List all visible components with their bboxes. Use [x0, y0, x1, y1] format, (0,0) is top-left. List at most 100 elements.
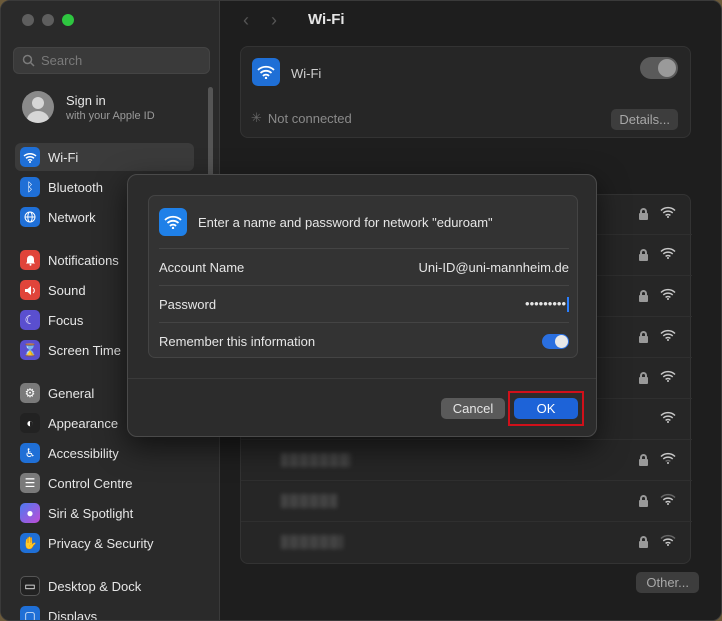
search-icon: [22, 54, 35, 67]
wifi-signal-icon: [660, 247, 676, 259]
search-input[interactable]: [41, 53, 201, 68]
page-title: Wi-Fi: [308, 11, 345, 28]
account-name-field[interactable]: Uni-ID@uni-mannheim.de: [419, 260, 569, 275]
sidebar-item-accessibility[interactable]: ♿ Accessibility: [15, 439, 194, 467]
lock-icon: [639, 454, 648, 466]
list-item[interactable]: [241, 441, 692, 481]
close-window-button[interactable]: [22, 14, 34, 26]
search-field[interactable]: [13, 47, 210, 74]
sidebar-item-label: Appearance: [48, 415, 119, 431]
sidebar-item-label: Notifications: [48, 252, 119, 268]
window-controls: [22, 14, 74, 26]
password-field[interactable]: •••••••••: [525, 295, 569, 313]
settings-window: Sign in with your Apple ID Wi-Fi ᛒ Bluet…: [0, 0, 722, 621]
spinner-icon: ✳: [251, 110, 262, 125]
password-value: •••••••••: [525, 295, 566, 311]
sidebar-item-siri-spotlight[interactable]: ● Siri & Spotlight: [15, 499, 194, 527]
sidebar-item-label: Privacy & Security: [48, 535, 154, 551]
hand-icon: ✋: [20, 533, 40, 553]
wifi-icon: [159, 208, 187, 236]
sidebar-item-wifi[interactable]: Wi-Fi: [15, 143, 194, 171]
accessibility-icon: ♿: [20, 443, 40, 463]
signin-title: Sign in: [66, 92, 106, 108]
cancel-button[interactable]: Cancel: [441, 398, 505, 419]
wifi-signal-icon: [660, 329, 676, 341]
navigation: ‹ ›: [243, 10, 277, 31]
password-row: Password •••••••••: [159, 285, 569, 322]
remember-label: Remember this information: [159, 333, 316, 349]
bell-icon: [20, 250, 40, 270]
sidebar-item-label: Accessibility: [48, 445, 119, 461]
dialog-divider: [128, 378, 596, 379]
bluetooth-icon: ᛒ: [20, 177, 40, 197]
list-item[interactable]: [241, 523, 692, 563]
lock-icon: [639, 290, 648, 302]
sidebar-item-label: Displays: [48, 608, 98, 621]
wifi-signal-icon: [660, 370, 676, 382]
gear-icon: ⚙: [20, 383, 40, 403]
lock-icon: [639, 495, 648, 507]
network-login-dialog: Enter a name and password for network "e…: [127, 174, 597, 437]
network-name-redacted: [281, 535, 343, 549]
account-name-label: Account Name: [159, 259, 245, 275]
sidebar-item-label: Desktop & Dock: [48, 578, 142, 594]
sidebar-item-privacy-security[interactable]: ✋ Privacy & Security: [15, 529, 194, 557]
sidebar-item-label: General: [48, 385, 95, 401]
zoom-window-button[interactable]: [62, 14, 74, 26]
sidebar-item-label: Screen Time: [48, 342, 121, 358]
forward-icon[interactable]: ›: [271, 10, 277, 31]
connection-status-text: Not connected: [267, 110, 352, 126]
control-centre-icon: ☰: [20, 473, 40, 493]
lock-icon: [639, 536, 648, 548]
sidebar-item-label: Sound: [48, 282, 86, 298]
lock-icon: [639, 249, 648, 261]
sidebar-item-label: Focus: [48, 312, 84, 328]
dock-icon: ▭: [20, 576, 40, 596]
lock-icon: [639, 208, 648, 220]
details-button[interactable]: Details...: [611, 109, 678, 130]
minimize-window-button[interactable]: [42, 14, 54, 26]
wifi-card: Wi-Fi ✳ Not connected Details...: [240, 46, 691, 138]
password-label: Password: [159, 296, 217, 312]
lock-icon: [639, 331, 648, 343]
sidebar-item-desktop-dock[interactable]: ▭ Desktop & Dock: [15, 572, 194, 600]
text-caret: [567, 297, 569, 313]
appearance-icon: ◐: [20, 413, 40, 433]
sidebar-scrollbar[interactable]: [208, 87, 213, 177]
sidebar-item-label: Network: [48, 209, 96, 225]
network-name-redacted: [281, 453, 351, 467]
avatar: [22, 91, 54, 123]
dialog-header: Enter a name and password for network "e…: [159, 208, 493, 236]
dialog-title: Enter a name and password for network "e…: [198, 214, 493, 230]
remember-toggle[interactable]: [542, 333, 569, 349]
sidebar-item-control-centre[interactable]: ☰ Control Centre: [15, 469, 194, 497]
moon-icon: ☾: [20, 310, 40, 330]
sidebar-item-label: Control Centre: [48, 475, 133, 491]
hourglass-icon: ⌛: [20, 340, 40, 360]
display-icon: ▢: [20, 606, 40, 620]
back-icon[interactable]: ‹: [243, 10, 249, 31]
wifi-label: Wi-Fi: [291, 66, 322, 81]
wifi-signal-icon: [660, 534, 676, 546]
network-name-redacted: [281, 494, 337, 508]
wifi-signal-icon: [660, 452, 676, 464]
account-name-row: Account Name Uni-ID@uni-mannheim.de: [159, 248, 569, 285]
dialog-panel: Enter a name and password for network "e…: [148, 195, 578, 358]
wifi-toggle[interactable]: [640, 57, 678, 79]
sidebar-item-label: Wi-Fi: [48, 149, 79, 165]
ok-button-highlight: [508, 391, 584, 426]
sidebar-item-label: Bluetooth: [48, 179, 103, 195]
other-network-button[interactable]: Other...: [636, 572, 699, 593]
lock-icon: [639, 372, 648, 384]
list-item[interactable]: [241, 482, 692, 522]
wifi-signal-icon: [660, 288, 676, 300]
signin-subtitle: with your Apple ID: [66, 109, 155, 122]
sidebar-item-label: Siri & Spotlight: [48, 505, 134, 521]
wifi-signal-icon: [660, 206, 676, 218]
speaker-icon: [20, 280, 40, 300]
remember-row: Remember this information: [159, 322, 569, 359]
apple-id-signin[interactable]: Sign in with your Apple ID: [22, 91, 155, 123]
wifi-icon: [252, 58, 280, 86]
globe-icon: [20, 207, 40, 227]
sidebar-item-displays[interactable]: ▢ Displays: [15, 602, 194, 621]
